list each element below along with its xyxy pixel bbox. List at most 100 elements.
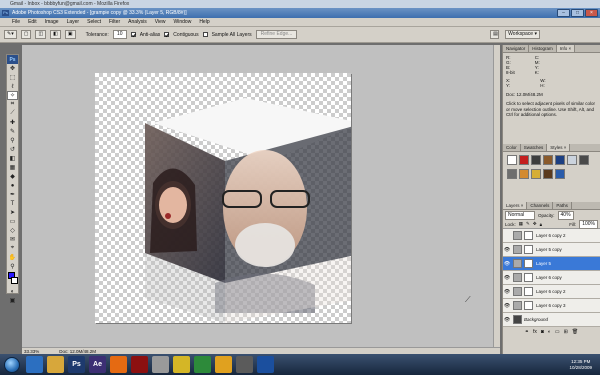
layer-row[interactable]: 👁︎ Background [503, 313, 600, 327]
add-mask-icon[interactable]: ◙ [541, 329, 544, 335]
workspace-button[interactable]: Workspace ▾ [505, 30, 540, 39]
lock-image-icon[interactable]: ✎ [526, 221, 530, 227]
pen-tool-icon[interactable]: ✒ [7, 190, 18, 199]
blur-tool-icon[interactable]: ◆ [7, 172, 18, 181]
menu-layer[interactable]: Layer [67, 19, 80, 25]
style-swatch[interactable] [543, 155, 553, 165]
minimize-button[interactable]: – [557, 9, 570, 17]
style-swatch[interactable] [555, 155, 565, 165]
eye-icon[interactable]: 👁︎ [503, 317, 511, 323]
marquee-tool-icon[interactable]: ⬚ [7, 73, 18, 82]
gradient-tool-icon[interactable]: ▦ [7, 163, 18, 172]
style-swatch[interactable] [507, 155, 517, 165]
menu-analysis[interactable]: Analysis [128, 19, 147, 25]
move-tool-icon[interactable]: ✥ [7, 64, 18, 73]
style-swatch[interactable] [507, 169, 517, 179]
opacity-input[interactable]: 40% [557, 210, 574, 220]
taskbar-app-icon[interactable] [26, 356, 43, 373]
refine-edge-button[interactable]: Refine Edge... [255, 30, 298, 39]
layer-row[interactable]: 👁︎ Layer 6 copy [503, 271, 600, 285]
magic-wand-tool-preset-icon[interactable]: ✎▾ [4, 30, 17, 39]
lock-transparency-icon[interactable]: ▦ [519, 221, 523, 227]
eye-icon[interactable]: 👁︎ [503, 289, 511, 295]
menu-image[interactable]: Image [45, 19, 59, 25]
layer-row[interactable]: 👁︎ Layer 5 [503, 257, 600, 271]
quick-mask-icon[interactable]: ◐ [7, 287, 18, 296]
new-selection-icon[interactable]: ▢ [20, 30, 32, 39]
intersect-selection-icon[interactable]: ▣ [64, 30, 76, 39]
style-swatch[interactable] [555, 169, 565, 179]
fill-input[interactable]: 100% [579, 219, 598, 229]
hand-tool-icon[interactable]: ✋ [7, 253, 18, 262]
menu-select[interactable]: Select [87, 19, 101, 25]
notes-tool-icon[interactable]: ✉ [7, 235, 18, 244]
healing-brush-icon[interactable]: ✚ [7, 118, 18, 127]
style-swatch[interactable] [567, 155, 577, 165]
tolerance-input[interactable]: 10 [112, 30, 127, 39]
taskbar-app-icon[interactable] [152, 356, 169, 373]
lock-position-icon[interactable]: ✥ [533, 221, 537, 227]
shape-tool-icon[interactable]: ▭ [7, 217, 18, 226]
contiguous-checkbox[interactable] [164, 32, 170, 37]
layer-row[interactable]: 👁︎ Layer 5 copy [503, 243, 600, 257]
delete-layer-icon[interactable]: 🗑︎ [572, 329, 578, 335]
tab-info[interactable]: Info × [556, 45, 576, 52]
taskbar-app-icon[interactable] [257, 356, 274, 373]
eye-icon[interactable]: 👁︎ [503, 261, 511, 267]
color-swatches[interactable] [7, 271, 18, 287]
system-clock[interactable]: 12:35 PM 10/28/2009 [569, 359, 600, 371]
slice-tool-icon[interactable]: ⟋ [7, 109, 18, 118]
layer-style-icon[interactable]: fx [533, 329, 537, 335]
tab-color[interactable]: Color [503, 144, 521, 151]
zoom-level[interactable]: 33.33% [24, 349, 39, 354]
crop-tool-icon[interactable]: ⌗ [7, 100, 18, 109]
eye-icon[interactable]: 👁︎ [503, 275, 511, 281]
tab-layers[interactable]: Layers × [503, 202, 528, 209]
magic-wand-tool-icon[interactable]: ✧ [7, 91, 18, 100]
layer-row[interactable]: 👁︎ Layer 6 copy 2 [503, 285, 600, 299]
lock-all-icon[interactable]: 🔒︎ [540, 222, 542, 227]
menu-view[interactable]: View [155, 19, 166, 25]
tab-swatches[interactable]: Swatches [521, 144, 548, 151]
zoom-tool-icon[interactable]: ⚲ [7, 262, 18, 271]
adjustment-layer-icon[interactable]: ◐ [548, 329, 551, 335]
taskbar-app-icon[interactable] [131, 356, 148, 373]
taskbar-app-icon[interactable] [47, 356, 64, 373]
menu-file[interactable]: File [12, 19, 20, 25]
eyedropper-icon[interactable]: ⌖ [7, 244, 18, 253]
sample-all-checkbox[interactable] [202, 32, 208, 37]
document-canvas[interactable] [95, 73, 351, 323]
tab-histogram[interactable]: Histogram [529, 45, 557, 52]
3d-tool-icon[interactable]: ◇ [7, 226, 18, 235]
type-tool-icon[interactable]: T [7, 199, 18, 208]
panel-toggle-icon[interactable]: ▤ [490, 30, 500, 39]
menu-filter[interactable]: Filter [109, 19, 120, 25]
eraser-tool-icon[interactable]: ◧ [7, 154, 18, 163]
eye-icon[interactable]: 👁︎ [503, 247, 511, 253]
style-swatch[interactable] [531, 155, 541, 165]
vertical-scrollbar[interactable] [493, 45, 500, 347]
close-button[interactable]: × [585, 9, 598, 17]
menu-edit[interactable]: Edit [28, 19, 37, 25]
history-brush-icon[interactable]: ↺ [7, 145, 18, 154]
taskbar-app-icon[interactable] [236, 356, 253, 373]
taskbar-app-icon[interactable]: Ps [68, 356, 85, 373]
tab-navigator[interactable]: Navigator [503, 45, 530, 52]
taskbar-app-icon[interactable] [194, 356, 211, 373]
new-layer-icon[interactable]: ⊞ [564, 329, 568, 335]
style-swatch[interactable] [543, 169, 553, 179]
lasso-tool-icon[interactable]: ℓ [7, 82, 18, 91]
antialias-checkbox[interactable] [130, 32, 136, 37]
tab-channels[interactable]: Channels [527, 202, 554, 209]
background-color-swatch[interactable] [11, 277, 18, 284]
clone-stamp-icon[interactable]: ⚲ [7, 136, 18, 145]
path-selection-icon[interactable]: ➤ [7, 208, 18, 217]
layer-row[interactable]: 👁︎ Layer 6 copy 3 [503, 299, 600, 313]
eye-icon[interactable]: 👁︎ [503, 303, 511, 309]
dodge-tool-icon[interactable]: ● [7, 181, 18, 190]
style-swatch[interactable] [531, 169, 541, 179]
taskbar-app-icon[interactable]: Ae [89, 356, 106, 373]
taskbar-app-icon[interactable] [173, 356, 190, 373]
menu-help[interactable]: Help [199, 19, 209, 25]
style-swatch[interactable] [519, 169, 529, 179]
